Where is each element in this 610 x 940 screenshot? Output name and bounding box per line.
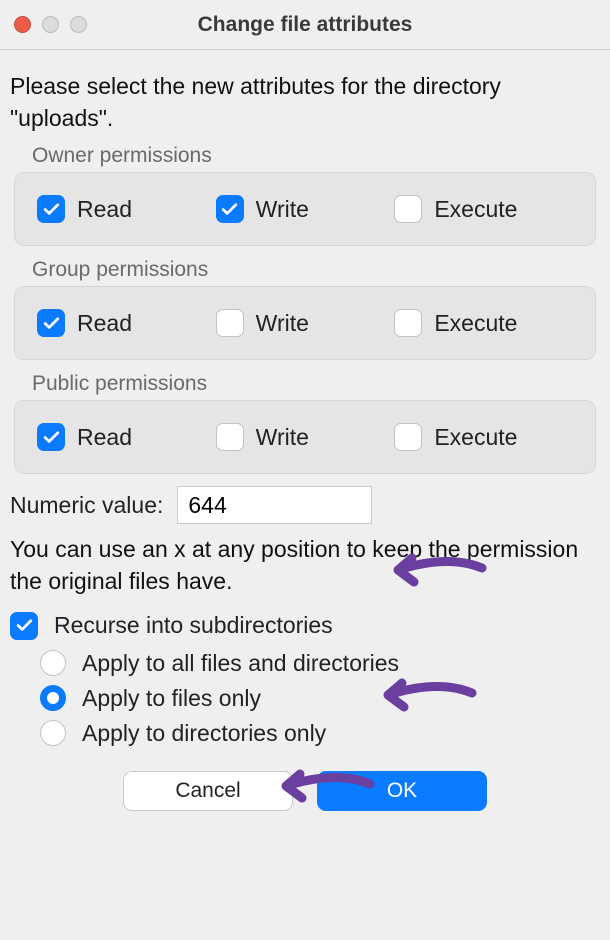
public-permissions-label: Public permissions xyxy=(32,372,600,396)
public-write-label: Write xyxy=(256,424,309,451)
group-write-label: Write xyxy=(256,310,309,337)
dialog-button-row: Cancel OK xyxy=(10,771,600,811)
numeric-value-input[interactable] xyxy=(177,486,372,524)
owner-write-label: Write xyxy=(256,196,309,223)
numeric-value-row: Numeric value: xyxy=(10,486,600,524)
recurse-row: Recurse into subdirectories xyxy=(10,612,600,640)
public-execute-label: Execute xyxy=(434,424,517,451)
owner-execute-label: Execute xyxy=(434,196,517,223)
intro-text: Please select the new attributes for the… xyxy=(10,70,600,134)
window-title: Change file attributes xyxy=(0,13,610,37)
recurse-radio-group: Apply to all files and directories Apply… xyxy=(40,650,600,747)
group-execute-label: Execute xyxy=(434,310,517,337)
apply-dirs-label: Apply to directories only xyxy=(82,720,326,747)
recurse-label: Recurse into subdirectories xyxy=(54,612,333,639)
cancel-button[interactable]: Cancel xyxy=(123,771,293,811)
owner-write-checkbox[interactable] xyxy=(216,195,244,223)
group-execute-checkbox[interactable] xyxy=(394,309,422,337)
titlebar: Change file attributes xyxy=(0,0,610,50)
owner-read-label: Read xyxy=(77,196,132,223)
apply-dirs-radio[interactable] xyxy=(40,720,66,746)
public-permissions-box: Read Write Execute xyxy=(14,400,596,474)
group-read-checkbox[interactable] xyxy=(37,309,65,337)
ok-button[interactable]: OK xyxy=(317,771,487,811)
apply-all-label: Apply to all files and directories xyxy=(82,650,399,677)
apply-files-label: Apply to files only xyxy=(82,685,261,712)
public-read-label: Read xyxy=(77,424,132,451)
group-write-checkbox[interactable] xyxy=(216,309,244,337)
apply-all-radio[interactable] xyxy=(40,650,66,676)
owner-permissions-label: Owner permissions xyxy=(32,144,600,168)
apply-files-radio[interactable] xyxy=(40,685,66,711)
owner-read-checkbox[interactable] xyxy=(37,195,65,223)
group-read-label: Read xyxy=(77,310,132,337)
group-permissions-label: Group permissions xyxy=(32,258,600,282)
public-write-checkbox[interactable] xyxy=(216,423,244,451)
owner-permissions-box: Read Write Execute xyxy=(14,172,596,246)
recurse-checkbox[interactable] xyxy=(10,612,38,640)
owner-execute-checkbox[interactable] xyxy=(394,195,422,223)
dialog-content: Please select the new attributes for the… xyxy=(0,50,610,811)
group-permissions-box: Read Write Execute xyxy=(14,286,596,360)
numeric-value-label: Numeric value: xyxy=(10,492,163,519)
public-execute-checkbox[interactable] xyxy=(394,423,422,451)
public-read-checkbox[interactable] xyxy=(37,423,65,451)
numeric-hint-text: You can use an x at any position to keep… xyxy=(10,534,600,597)
